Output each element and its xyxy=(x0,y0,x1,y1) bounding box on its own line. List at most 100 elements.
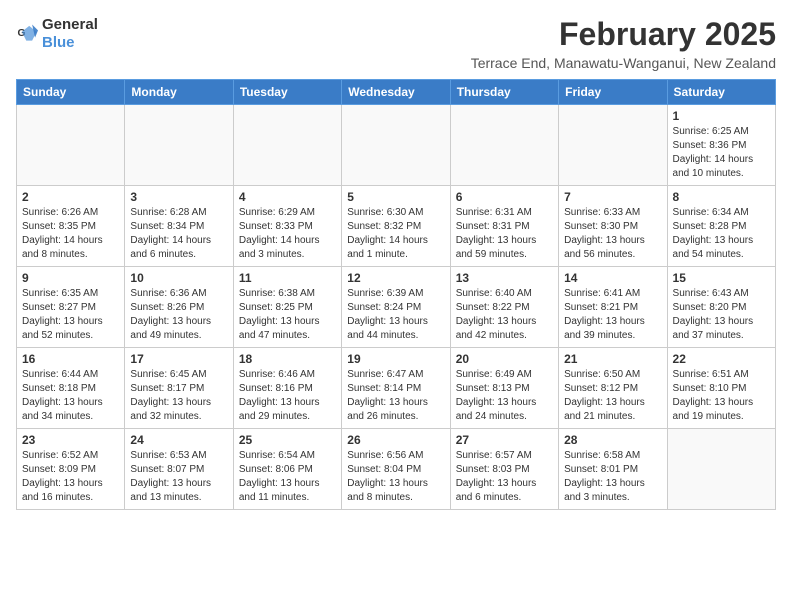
calendar-cell xyxy=(559,105,667,186)
weekday-header-friday: Friday xyxy=(559,80,667,105)
calendar-cell: 20 Sunrise: 6:49 AM Sunset: 8:13 PM Dayli… xyxy=(450,348,558,429)
day-info: Sunrise: 6:39 AM Sunset: 8:24 PM Dayligh… xyxy=(347,287,444,343)
day-info: Sunrise: 6:54 AM Sunset: 8:06 PM Dayligh… xyxy=(239,449,336,505)
day-info: Sunrise: 6:51 AM Sunset: 8:10 PM Dayligh… xyxy=(673,368,770,424)
calendar-cell: 18Sunrise: 6:46 AM Sunset: 8:16 PM Dayli… xyxy=(233,348,341,429)
logo-icon: G xyxy=(16,23,38,45)
logo-general: General xyxy=(42,16,98,33)
weekday-header-sunday: Sunday xyxy=(17,80,125,105)
day-info: Sunrise: 6:45 AM Sunset: 8:17 PM Dayligh… xyxy=(130,368,227,424)
day-number: 13 xyxy=(456,271,553,285)
day-number: 11 xyxy=(239,271,336,285)
calendar-cell: 3 Sunrise: 6:28 AM Sunset: 8:34 PM Daylig… xyxy=(125,186,233,267)
day-number: 26 xyxy=(347,433,444,447)
day-number: 3 xyxy=(130,190,227,204)
day-info: Sunrise: 6:36 AM Sunset: 8:26 PM Dayligh… xyxy=(130,287,227,343)
day-number: 16 xyxy=(22,352,119,366)
day-number: 17 xyxy=(130,352,227,366)
calendar-cell xyxy=(667,429,775,510)
calendar-week-1: 1 Sunrise: 6:25 AM Sunset: 8:36 PM Daylig… xyxy=(17,105,776,186)
calendar-cell: 27 Sunrise: 6:57 AM Sunset: 8:03 PM Dayli… xyxy=(450,429,558,510)
weekday-header-thursday: Thursday xyxy=(450,80,558,105)
calendar-cell: 23 Sunrise: 6:52 AM Sunset: 8:09 PM Dayli… xyxy=(17,429,125,510)
day-number: 19 xyxy=(347,352,444,366)
day-info: Sunrise: 6:50 AM Sunset: 8:12 PM Dayligh… xyxy=(564,368,661,424)
calendar-cell: 13 Sunrise: 6:40 AM Sunset: 8:22 PM Dayli… xyxy=(450,267,558,348)
calendar-cell: 25 Sunrise: 6:54 AM Sunset: 8:06 PM Dayli… xyxy=(233,429,341,510)
title-block: February 2025 Terrace End, Manawatu-Wang… xyxy=(471,16,776,71)
day-info: Sunrise: 6:29 AM Sunset: 8:33 PM Dayligh… xyxy=(239,206,336,262)
day-number: 8 xyxy=(673,190,770,204)
day-number: 7 xyxy=(564,190,661,204)
calendar-cell: 24 Sunrise: 6:53 AM Sunset: 8:07 PM Dayli… xyxy=(125,429,233,510)
calendar-cell: 7 Sunrise: 6:33 AM Sunset: 8:30 PM Daylig… xyxy=(559,186,667,267)
day-number: 15 xyxy=(673,271,770,285)
day-number: 12 xyxy=(347,271,444,285)
calendar-cell: 4Sunrise: 6:29 AM Sunset: 8:33 PM Daylig… xyxy=(233,186,341,267)
calendar-cell: 16Sunrise: 6:44 AM Sunset: 8:18 PM Dayli… xyxy=(17,348,125,429)
logo-blue: Blue xyxy=(42,34,75,51)
day-number: 14 xyxy=(564,271,661,285)
day-info: Sunrise: 6:34 AM Sunset: 8:28 PM Dayligh… xyxy=(673,206,770,262)
calendar-cell: 28 Sunrise: 6:58 AM Sunset: 8:01 PM Dayli… xyxy=(559,429,667,510)
day-info: Sunrise: 6:25 AM Sunset: 8:36 PM Dayligh… xyxy=(673,125,770,181)
day-info: Sunrise: 6:30 AM Sunset: 8:32 PM Dayligh… xyxy=(347,206,444,262)
calendar-cell xyxy=(17,105,125,186)
day-number: 1 xyxy=(673,109,770,123)
day-info: Sunrise: 6:52 AM Sunset: 8:09 PM Dayligh… xyxy=(22,449,119,505)
day-number: 21 xyxy=(564,352,661,366)
day-info: Sunrise: 6:41 AM Sunset: 8:21 PM Dayligh… xyxy=(564,287,661,343)
day-number: 6 xyxy=(456,190,553,204)
day-info: Sunrise: 6:57 AM Sunset: 8:03 PM Dayligh… xyxy=(456,449,553,505)
day-number: 27 xyxy=(456,433,553,447)
calendar-cell: 17 Sunrise: 6:45 AM Sunset: 8:17 PM Dayli… xyxy=(125,348,233,429)
calendar-cell: 21 Sunrise: 6:50 AM Sunset: 8:12 PM Dayli… xyxy=(559,348,667,429)
weekday-header-monday: Monday xyxy=(125,80,233,105)
day-number: 23 xyxy=(22,433,119,447)
calendar-cell: 15 Sunrise: 6:43 AM Sunset: 8:20 PM Dayli… xyxy=(667,267,775,348)
calendar-cell: 12 Sunrise: 6:39 AM Sunset: 8:24 PM Dayli… xyxy=(342,267,450,348)
weekday-header-row: SundayMondayTuesdayWednesdayThursdayFrid… xyxy=(17,80,776,105)
day-info: Sunrise: 6:46 AM Sunset: 8:16 PM Dayligh… xyxy=(239,368,336,424)
day-number: 28 xyxy=(564,433,661,447)
weekday-header-saturday: Saturday xyxy=(667,80,775,105)
day-info: Sunrise: 6:53 AM Sunset: 8:07 PM Dayligh… xyxy=(130,449,227,505)
day-info: Sunrise: 6:35 AM Sunset: 8:27 PM Dayligh… xyxy=(22,287,119,343)
day-info: Sunrise: 6:28 AM Sunset: 8:34 PM Dayligh… xyxy=(130,206,227,262)
day-info: Sunrise: 6:43 AM Sunset: 8:20 PM Dayligh… xyxy=(673,287,770,343)
calendar-cell: 6 Sunrise: 6:31 AM Sunset: 8:31 PM Daylig… xyxy=(450,186,558,267)
weekday-header-wednesday: Wednesday xyxy=(342,80,450,105)
day-info: Sunrise: 6:31 AM Sunset: 8:31 PM Dayligh… xyxy=(456,206,553,262)
calendar-cell xyxy=(450,105,558,186)
day-number: 10 xyxy=(130,271,227,285)
calendar-cell xyxy=(125,105,233,186)
calendar-week-5: 23 Sunrise: 6:52 AM Sunset: 8:09 PM Dayli… xyxy=(17,429,776,510)
day-info: Sunrise: 6:49 AM Sunset: 8:13 PM Dayligh… xyxy=(456,368,553,424)
day-info: Sunrise: 6:56 AM Sunset: 8:04 PM Dayligh… xyxy=(347,449,444,505)
weekday-header-tuesday: Tuesday xyxy=(233,80,341,105)
month-title: February 2025 xyxy=(471,16,776,53)
calendar-week-2: 2Sunrise: 6:26 AM Sunset: 8:35 PM Daylig… xyxy=(17,186,776,267)
day-number: 9 xyxy=(22,271,119,285)
day-number: 5 xyxy=(347,190,444,204)
day-info: Sunrise: 6:58 AM Sunset: 8:01 PM Dayligh… xyxy=(564,449,661,505)
day-number: 22 xyxy=(673,352,770,366)
calendar-cell: 11Sunrise: 6:38 AM Sunset: 8:25 PM Dayli… xyxy=(233,267,341,348)
calendar-cell: 2Sunrise: 6:26 AM Sunset: 8:35 PM Daylig… xyxy=(17,186,125,267)
day-number: 2 xyxy=(22,190,119,204)
location-subtitle: Terrace End, Manawatu-Wanganui, New Zeal… xyxy=(471,55,776,71)
calendar-cell: 1 Sunrise: 6:25 AM Sunset: 8:36 PM Daylig… xyxy=(667,105,775,186)
calendar-cell xyxy=(233,105,341,186)
calendar-cell: 14 Sunrise: 6:41 AM Sunset: 8:21 PM Dayli… xyxy=(559,267,667,348)
day-number: 20 xyxy=(456,352,553,366)
day-info: Sunrise: 6:33 AM Sunset: 8:30 PM Dayligh… xyxy=(564,206,661,262)
calendar-cell: 10 Sunrise: 6:36 AM Sunset: 8:26 PM Dayli… xyxy=(125,267,233,348)
calendar-cell xyxy=(342,105,450,186)
day-info: Sunrise: 6:40 AM Sunset: 8:22 PM Dayligh… xyxy=(456,287,553,343)
day-number: 25 xyxy=(239,433,336,447)
calendar-cell: 22 Sunrise: 6:51 AM Sunset: 8:10 PM Dayli… xyxy=(667,348,775,429)
page-header: G General Blue February 2025 Terrace End… xyxy=(16,16,776,71)
day-number: 24 xyxy=(130,433,227,447)
calendar-cell: 9 Sunrise: 6:35 AM Sunset: 8:27 PM Daylig… xyxy=(17,267,125,348)
calendar-cell: 26 Sunrise: 6:56 AM Sunset: 8:04 PM Dayli… xyxy=(342,429,450,510)
